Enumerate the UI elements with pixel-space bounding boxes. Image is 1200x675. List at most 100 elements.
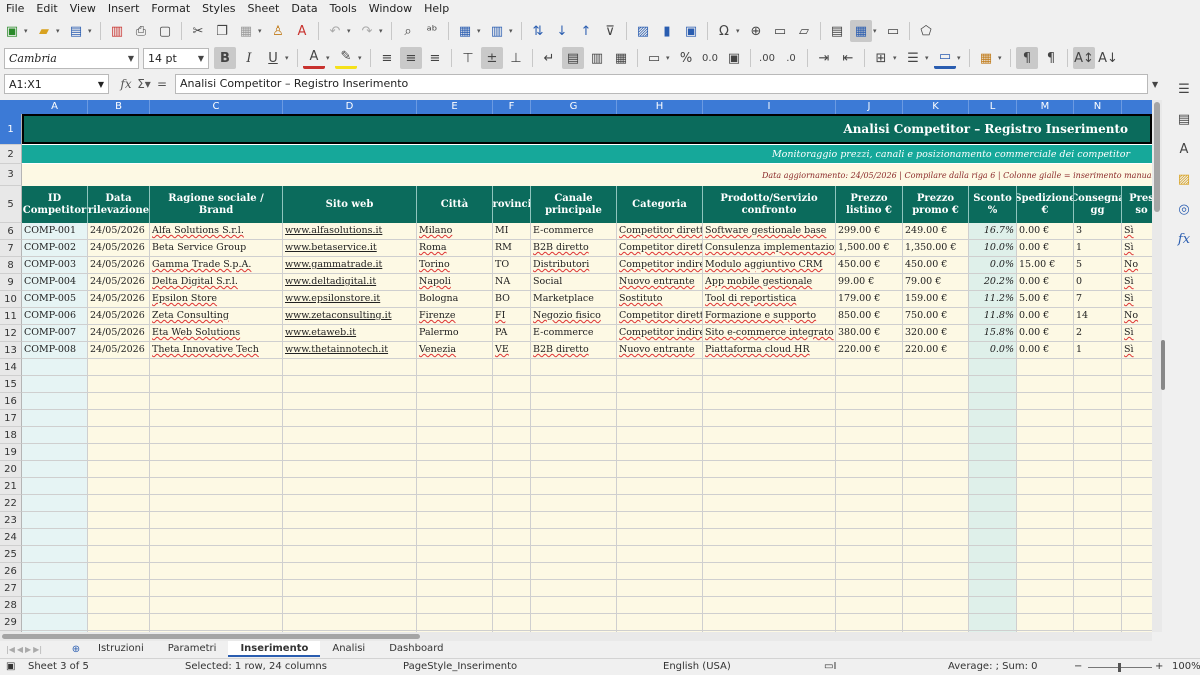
table-cell[interactable] xyxy=(493,580,531,597)
table-cell[interactable]: Beta Service Group xyxy=(150,240,283,257)
table-cell[interactable] xyxy=(150,478,283,495)
table-cell[interactable] xyxy=(1122,410,1152,427)
table-cell[interactable] xyxy=(88,614,150,631)
align-right-icon[interactable]: ≡ xyxy=(424,47,446,69)
table-cell[interactable] xyxy=(283,461,417,478)
table-cell[interactable] xyxy=(22,597,88,614)
table-cell[interactable] xyxy=(417,393,493,410)
table-cell[interactable] xyxy=(531,376,617,393)
table-header-10[interactable]: Prezzo listino € xyxy=(836,186,903,223)
table-cell[interactable]: 16.7% xyxy=(969,223,1017,240)
table-cell[interactable] xyxy=(1122,478,1152,495)
underline-dropdown[interactable]: ▾ xyxy=(285,54,293,62)
table-cell[interactable]: 24/05/2026 xyxy=(88,325,150,342)
table-cell[interactable] xyxy=(150,512,283,529)
row-header-12[interactable]: 12 xyxy=(0,325,22,342)
table-cell[interactable] xyxy=(1122,546,1152,563)
table-cell[interactable] xyxy=(1074,512,1122,529)
table-cell[interactable]: Zeta Consulting xyxy=(150,308,283,325)
table-cell[interactable] xyxy=(836,563,903,580)
table-cell[interactable] xyxy=(836,359,903,376)
table-cell[interactable] xyxy=(617,563,703,580)
table-cell[interactable] xyxy=(531,461,617,478)
table-cell[interactable] xyxy=(531,393,617,410)
table-cell[interactable] xyxy=(969,614,1017,631)
row-header-10[interactable]: 10 xyxy=(0,291,22,308)
table-cell[interactable] xyxy=(88,427,150,444)
table-cell[interactable]: 1 xyxy=(1074,342,1122,359)
row-header-17[interactable]: 17 xyxy=(0,410,22,427)
table-cell[interactable]: Firenze xyxy=(417,308,493,325)
table-cell[interactable] xyxy=(88,563,150,580)
print-icon[interactable]: ⎙ xyxy=(130,20,152,42)
table-cell[interactable] xyxy=(1122,512,1152,529)
table-cell[interactable] xyxy=(283,597,417,614)
table-cell[interactable]: 24/05/2026 xyxy=(88,291,150,308)
table-cell[interactable]: VE xyxy=(493,342,531,359)
table-header-15[interactable]: Pres so xyxy=(1122,186,1152,223)
table-cell[interactable]: 24/05/2026 xyxy=(88,308,150,325)
table-cell[interactable] xyxy=(493,444,531,461)
column-header-e[interactable]: E xyxy=(417,100,493,114)
table-cell[interactable]: Sì xyxy=(1122,291,1152,308)
table-cell[interactable] xyxy=(22,529,88,546)
table-cell[interactable] xyxy=(1017,563,1074,580)
table-cell[interactable] xyxy=(1074,427,1122,444)
paste-icon[interactable]: ▦ xyxy=(235,20,257,42)
table-cell[interactable] xyxy=(1074,580,1122,597)
table-cell[interactable] xyxy=(1074,495,1122,512)
borders-icon[interactable]: ⊞ xyxy=(870,47,892,69)
table-cell[interactable] xyxy=(1122,444,1152,461)
formula-icon[interactable]: = xyxy=(153,77,171,91)
table-cell[interactable]: www.betaservice.it xyxy=(283,240,417,257)
menu-sheet[interactable]: Sheet xyxy=(242,0,286,17)
table-cell[interactable]: www.gammatrade.it xyxy=(283,257,417,274)
table-cell[interactable]: Theta Innovative Tech xyxy=(150,342,283,359)
table-cell[interactable] xyxy=(703,597,836,614)
table-cell[interactable] xyxy=(283,359,417,376)
zoom-in-icon[interactable]: + xyxy=(1155,661,1163,672)
table-header-7[interactable]: Canale principale xyxy=(531,186,617,223)
align-left-icon[interactable]: ≡ xyxy=(376,47,398,69)
table-cell[interactable] xyxy=(22,444,88,461)
table-cell[interactable]: MI xyxy=(493,223,531,240)
table-cell[interactable] xyxy=(531,580,617,597)
column-icon[interactable]: ▥ xyxy=(486,20,508,42)
column-header-a[interactable]: A xyxy=(22,100,88,114)
table-cell[interactable] xyxy=(617,444,703,461)
table-cell[interactable]: Competitor indiretto xyxy=(617,325,703,342)
menu-file[interactable]: File xyxy=(0,0,30,17)
table-cell[interactable] xyxy=(1017,444,1074,461)
row-header-26[interactable]: 26 xyxy=(0,563,22,580)
table-cell[interactable]: 10.0% xyxy=(969,240,1017,257)
table-cell[interactable]: RM xyxy=(493,240,531,257)
sort-ascending-icon[interactable]: ↓ xyxy=(551,20,573,42)
table-cell[interactable]: TO xyxy=(493,257,531,274)
table-header-3[interactable]: Ragione sociale / Brand xyxy=(150,186,283,223)
formula-input[interactable]: Analisi Competitor – Registro Inseriment… xyxy=(175,74,1148,94)
table-cell[interactable]: Sì xyxy=(1122,223,1152,240)
table-cell[interactable] xyxy=(88,580,150,597)
table-cell[interactable] xyxy=(969,444,1017,461)
table-cell[interactable] xyxy=(493,512,531,529)
table-cell[interactable] xyxy=(903,461,969,478)
table-header-6[interactable]: Provincia xyxy=(493,186,531,223)
highlight-color-icon[interactable]: ✎ xyxy=(335,47,357,69)
image-icon[interactable]: ▨ xyxy=(632,20,654,42)
table-cell[interactable]: 850.00 € xyxy=(836,308,903,325)
row-header-25[interactable]: 25 xyxy=(0,546,22,563)
text-vertical-icon[interactable]: A↕ xyxy=(1073,47,1095,69)
save-icon[interactable]: ▤ xyxy=(65,20,87,42)
row-header-27[interactable]: 27 xyxy=(0,580,22,597)
table-cell[interactable] xyxy=(417,563,493,580)
percent-icon[interactable]: % xyxy=(675,47,697,69)
table-cell[interactable] xyxy=(283,444,417,461)
table-cell[interactable] xyxy=(531,444,617,461)
table-cell[interactable]: Roma xyxy=(417,240,493,257)
row-header-20[interactable]: 20 xyxy=(0,461,22,478)
date-icon[interactable]: ▣ xyxy=(723,47,745,69)
table-cell[interactable] xyxy=(1122,427,1152,444)
table-cell[interactable] xyxy=(1017,580,1074,597)
table-cell[interactable] xyxy=(1074,546,1122,563)
menu-insert[interactable]: Insert xyxy=(102,0,146,17)
